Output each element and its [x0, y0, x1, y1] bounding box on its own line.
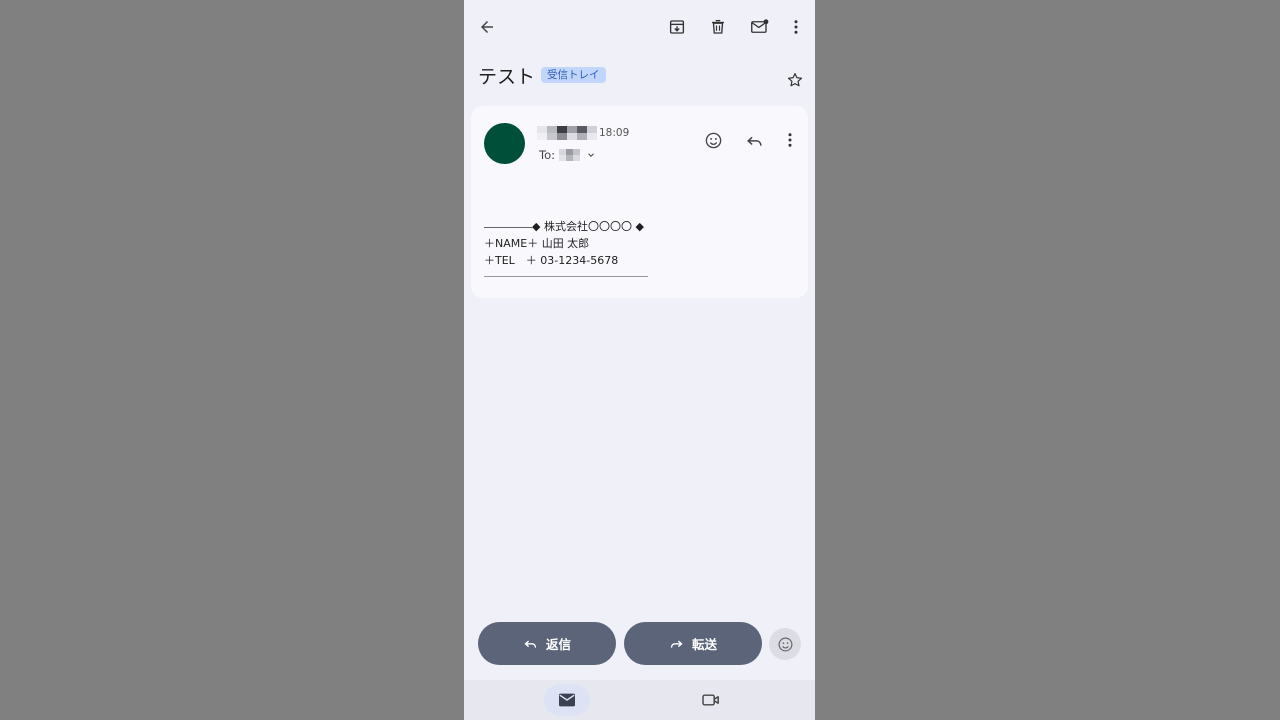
top-app-bar — [464, 0, 815, 54]
more-options-button[interactable] — [782, 13, 810, 41]
chevron-down-icon — [588, 153, 594, 157]
mark-unread-button[interactable] — [746, 13, 774, 41]
forward-button-label: 転送 — [691, 637, 717, 652]
reply-button-label: 返信 — [545, 637, 571, 652]
signature-company: ◆ 株式会社〇〇〇〇 ◆ — [532, 220, 644, 233]
message-more-button[interactable] — [776, 126, 804, 154]
arrow-back-icon — [481, 21, 493, 33]
mail-icon — [559, 693, 575, 707]
reply-button[interactable]: 返信 — [478, 622, 616, 665]
sender-name-redacted — [537, 126, 597, 140]
signature-name: ＋NAME＋ 山田 太郎 — [484, 237, 590, 250]
reply-icon — [524, 640, 537, 648]
sender-row[interactable]: 18:09 — [537, 125, 629, 141]
add-reaction-button[interactable] — [699, 126, 727, 154]
reply-icon-button[interactable] — [740, 126, 768, 154]
back-button[interactable] — [473, 13, 501, 41]
subject-row: テスト 受信トレイ — [478, 60, 606, 90]
recipient-redacted — [558, 149, 580, 161]
message-time: 18:09 — [599, 127, 630, 139]
react-emoji-button[interactable] — [769, 628, 801, 660]
star-outline-icon — [787, 73, 803, 87]
videocam-icon — [702, 694, 719, 706]
more-vert-icon — [794, 20, 798, 34]
signature-rule — [484, 226, 532, 228]
inbox-label-chip[interactable]: 受信トレイ — [541, 67, 606, 83]
forward-button[interactable]: 転送 — [624, 622, 762, 665]
nav-meet-tab[interactable] — [688, 684, 734, 716]
nav-mail-tab[interactable] — [544, 684, 590, 716]
phone-screen: テスト 受信トレイ 18:09 To: ◆ 株式会社〇〇〇〇 ◆ ＋NAME＋ … — [464, 0, 815, 720]
signature-tel: ＋TEL ＋ 03-1234-5678 — [484, 254, 619, 267]
star-button[interactable] — [781, 66, 809, 94]
archive-icon — [669, 20, 685, 34]
trash-icon — [712, 19, 724, 34]
emoji-icon — [778, 637, 792, 651]
message-body: ◆ 株式会社〇〇〇〇 ◆ ＋NAME＋ 山田 太郎 ＋TEL ＋ 03-1234… — [484, 218, 644, 269]
sender-avatar[interactable] — [484, 123, 525, 164]
signature-divider — [484, 276, 648, 277]
mail-unread-icon — [751, 19, 769, 33]
more-vert-icon — [788, 133, 792, 147]
to-label: To: — [539, 148, 555, 162]
forward-icon — [670, 640, 683, 648]
archive-button[interactable] — [663, 13, 691, 41]
reply-icon — [746, 136, 762, 146]
delete-button[interactable] — [704, 13, 732, 41]
recipient-details-toggle[interactable]: To: — [539, 147, 596, 163]
email-subject: テスト — [478, 65, 536, 88]
message-card: 18:09 To: ◆ 株式会社〇〇〇〇 ◆ ＋NAME＋ 山田 太郎 ＋TEL… — [471, 106, 808, 298]
bottom-navigation — [464, 680, 815, 720]
emoji-icon — [705, 132, 721, 148]
